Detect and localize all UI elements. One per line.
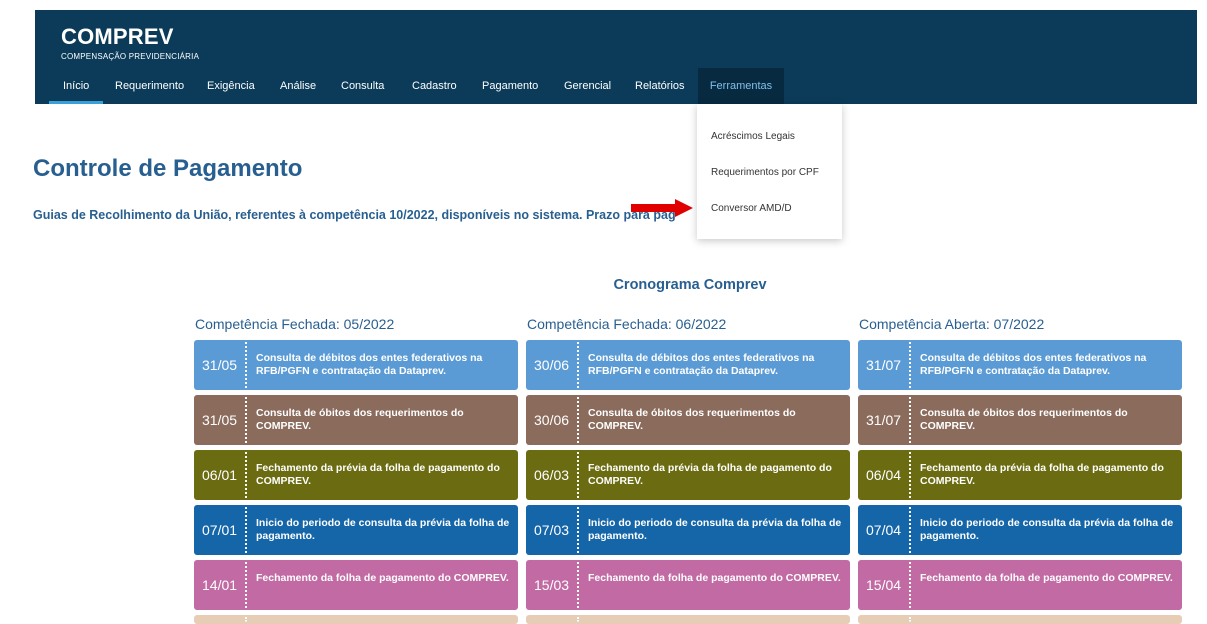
nav-item-requerimento[interactable]: Requerimento: [115, 68, 184, 104]
card-text: Fechamento da prévia da folha de pagamen…: [256, 462, 500, 487]
card-text: Inicio do periodo de consulta da prévia …: [256, 517, 510, 542]
card-divider: [245, 342, 247, 388]
nav-item-pagamento[interactable]: Pagamento: [482, 68, 538, 104]
card-divider: [245, 562, 247, 608]
nav-item-relatorios[interactable]: Relatórios: [635, 68, 685, 104]
schedule-card: 06/04 Fechamento da prévia da folha de p…: [858, 450, 1182, 500]
main-nav: Início Requerimento Exigência Análise Co…: [35, 68, 1197, 104]
card-date: 31/07: [866, 357, 902, 373]
schedule-card: 31/07 Consulta de óbitos dos requeriment…: [858, 395, 1182, 445]
schedule-card-partial: [858, 615, 1182, 624]
nav-item-ferramentas[interactable]: Ferramentas: [698, 68, 784, 104]
schedule-card: 15/04 Fechamento da folha de pagamento d…: [858, 560, 1182, 610]
card-date: 07/01: [202, 522, 238, 538]
card-date: 31/07: [866, 412, 902, 428]
card-text: Fechamento da folha de pagamento do COMP…: [588, 572, 841, 584]
card-date: 31/05: [202, 412, 238, 428]
card-date: 06/01: [202, 467, 238, 483]
schedule-card: 14/01 Fechamento da folha de pagamento d…: [194, 560, 518, 610]
card-text: Consulta de óbitos dos requerimentos do …: [588, 407, 796, 432]
schedule-card: 31/05 Consulta de óbitos dos requeriment…: [194, 395, 518, 445]
brand-subtitle: COMPENSAÇÃO PREVIDENCIÁRIA: [61, 52, 200, 61]
nav-item-analise[interactable]: Análise: [280, 68, 316, 104]
card-text: Fechamento da prévia da folha de pagamen…: [920, 462, 1164, 487]
schedule-card-partial: [194, 615, 518, 624]
card-date: 14/01: [202, 577, 238, 593]
schedule-card: 30/06 Consulta de débitos dos entes fede…: [526, 340, 850, 390]
card-divider: [577, 397, 579, 443]
schedule-card: 31/07 Consulta de débitos dos entes fede…: [858, 340, 1182, 390]
card-divider: [909, 397, 911, 443]
schedule-card-partial: [526, 615, 850, 624]
card-divider: [909, 452, 911, 498]
schedule-title: Cronograma Comprev: [613, 277, 767, 293]
card-divider: [577, 342, 579, 388]
card-date: 31/05: [202, 357, 238, 373]
card-divider: [245, 452, 247, 498]
card-divider: [245, 397, 247, 443]
schedule-card: 15/03 Fechamento da folha de pagamento d…: [526, 560, 850, 610]
payment-notice: Guias de Recolhimento da União, referent…: [33, 208, 676, 222]
card-divider: [909, 617, 911, 622]
card-date: 30/06: [534, 412, 570, 428]
top-header: COMPREV COMPENSAÇÃO PREVIDENCIÁRIA Iníci…: [35, 10, 1197, 104]
card-date: 15/03: [534, 577, 570, 593]
nav-item-cadastro[interactable]: Cadastro: [412, 68, 457, 104]
menu-item-conversor-amd-d[interactable]: Conversor AMD/D: [711, 203, 792, 214]
column-header: Competência Fechada: 06/2022: [527, 316, 727, 332]
red-arrow-icon: [631, 199, 693, 217]
card-divider: [909, 342, 911, 388]
schedule-card: 07/01 Inicio do periodo de consulta da p…: [194, 505, 518, 555]
schedule-card: 30/06 Consulta de óbitos dos requeriment…: [526, 395, 850, 445]
card-date: 07/04: [866, 522, 902, 538]
column-header: Competência Fechada: 05/2022: [195, 316, 395, 332]
card-date: 07/03: [534, 522, 570, 538]
card-date: 06/04: [866, 467, 902, 483]
card-text: Consulta de óbitos dos requerimentos do …: [920, 407, 1128, 432]
card-date: 06/03: [534, 467, 570, 483]
card-text: Consulta de débitos dos entes federativo…: [256, 352, 483, 377]
card-text: Fechamento da folha de pagamento do COMP…: [920, 572, 1173, 584]
nav-item-exigencia[interactable]: Exigência: [207, 68, 255, 104]
card-date: 30/06: [534, 357, 570, 373]
menu-item-acrescimos-legais[interactable]: Acréscimos Legais: [711, 131, 795, 142]
nav-item-consulta[interactable]: Consulta: [341, 68, 384, 104]
schedule-card: 31/05 Consulta de débitos dos entes fede…: [194, 340, 518, 390]
column-header: Competência Aberta: 07/2022: [859, 316, 1045, 332]
schedule-card: 07/03 Inicio do periodo de consulta da p…: [526, 505, 850, 555]
card-divider: [577, 617, 579, 622]
schedule-card: 06/01 Fechamento da prévia da folha de p…: [194, 450, 518, 500]
brand-title[interactable]: COMPREV: [61, 24, 174, 50]
nav-item-gerencial[interactable]: Gerencial: [564, 68, 611, 104]
card-divider: [909, 507, 911, 553]
card-text: Consulta de óbitos dos requerimentos do …: [256, 407, 464, 432]
card-text: Fechamento da prévia da folha de pagamen…: [588, 462, 832, 487]
card-text: Inicio do periodo de consulta da prévia …: [588, 517, 842, 542]
page-title: Controle de Pagamento: [33, 155, 303, 182]
card-divider: [577, 562, 579, 608]
card-divider: [577, 507, 579, 553]
nav-item-inicio[interactable]: Início: [48, 68, 104, 104]
card-text: Inicio do periodo de consulta da prévia …: [920, 517, 1174, 542]
schedule-card: 06/03 Fechamento da prévia da folha de p…: [526, 450, 850, 500]
card-date: 15/04: [866, 577, 902, 593]
ferramentas-dropdown: Acréscimos Legais Requerimentos por CPF …: [697, 104, 842, 239]
card-text: Fechamento da folha de pagamento do COMP…: [256, 572, 509, 584]
card-text: Consulta de débitos dos entes federativo…: [920, 352, 1147, 377]
schedule-card: 07/04 Inicio do periodo de consulta da p…: [858, 505, 1182, 555]
card-divider: [245, 507, 247, 553]
card-divider: [909, 562, 911, 608]
card-divider: [577, 452, 579, 498]
card-divider: [245, 617, 247, 622]
card-text: Consulta de débitos dos entes federativo…: [588, 352, 815, 377]
menu-item-requerimentos-por-cpf[interactable]: Requerimentos por CPF: [711, 167, 819, 178]
